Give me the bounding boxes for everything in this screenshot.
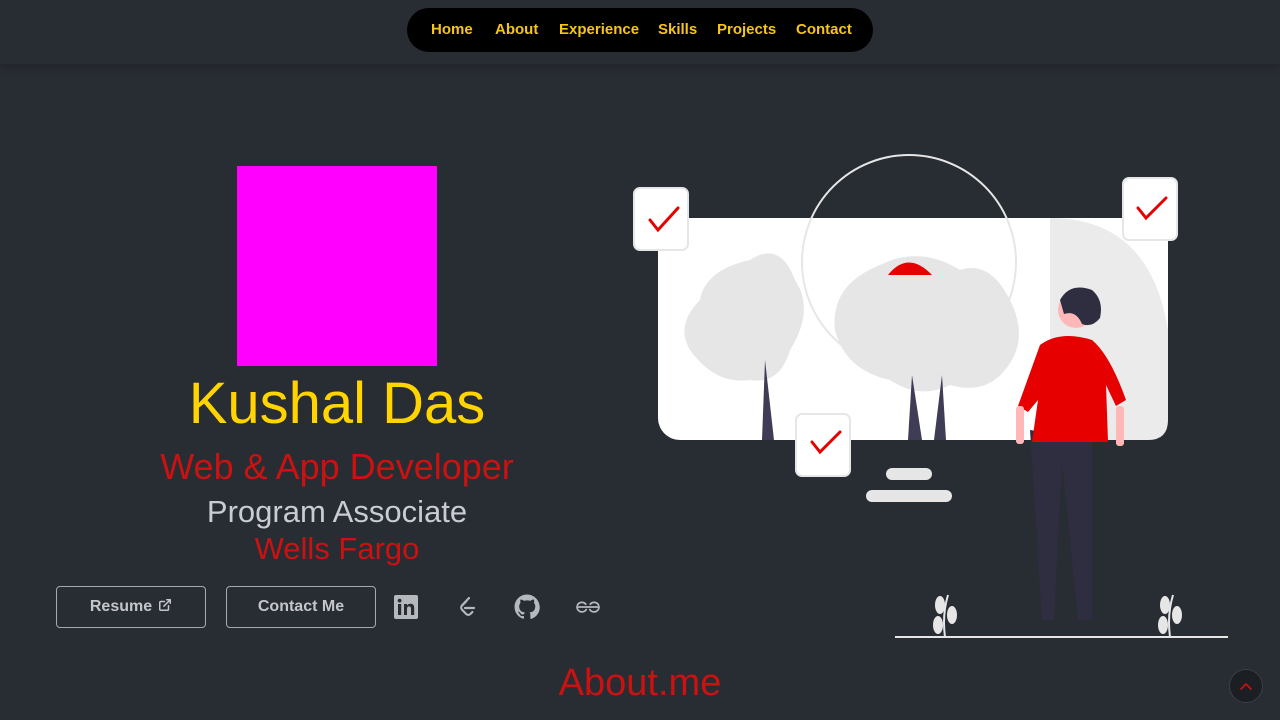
external-link-icon [158, 598, 172, 617]
nav-contact[interactable]: Contact [796, 21, 852, 38]
nav-skills[interactable]: Skills [658, 21, 697, 38]
header-bar: Home About Experience Skills Projects Co… [0, 0, 1280, 64]
chevron-up-icon [1240, 677, 1252, 695]
resume-button-label: Resume [89, 598, 153, 615]
check-card-3 [795, 413, 851, 477]
nav-projects[interactable]: Projects [717, 21, 776, 38]
github-icon[interactable] [513, 593, 541, 621]
plant-left [933, 594, 957, 638]
resume-button[interactable]: Resume [56, 586, 206, 628]
plant-right [1158, 594, 1182, 638]
hero-illustration [633, 154, 1228, 638]
monitor-stand-base [866, 490, 952, 502]
monitor-stand-top [886, 468, 932, 480]
scroll-to-top-button[interactable] [1229, 669, 1263, 703]
nav-about[interactable]: About [495, 21, 538, 38]
hero-name: Kushal Das [188, 371, 486, 436]
nav-experience[interactable]: Experience [559, 21, 639, 38]
hero-company: Wells Fargo [254, 531, 420, 566]
geeksforgeeks-icon[interactable] [574, 593, 602, 621]
check-card-1 [633, 187, 689, 251]
check-card-2 [1122, 177, 1178, 241]
about-heading: About.me [558, 662, 722, 704]
leetcode-icon[interactable] [453, 593, 481, 621]
hero-position: Program Associate [206, 494, 468, 529]
linkedin-icon[interactable] [392, 593, 420, 621]
nav-home[interactable]: Home [431, 21, 473, 38]
profile-avatar [237, 166, 437, 366]
contact-me-button[interactable]: Contact Me [226, 586, 376, 628]
contact-me-button-label: Contact Me [257, 598, 345, 615]
main-nav: Home About Experience Skills Projects Co… [407, 8, 873, 52]
hero-role: Web & App Developer [160, 446, 514, 487]
